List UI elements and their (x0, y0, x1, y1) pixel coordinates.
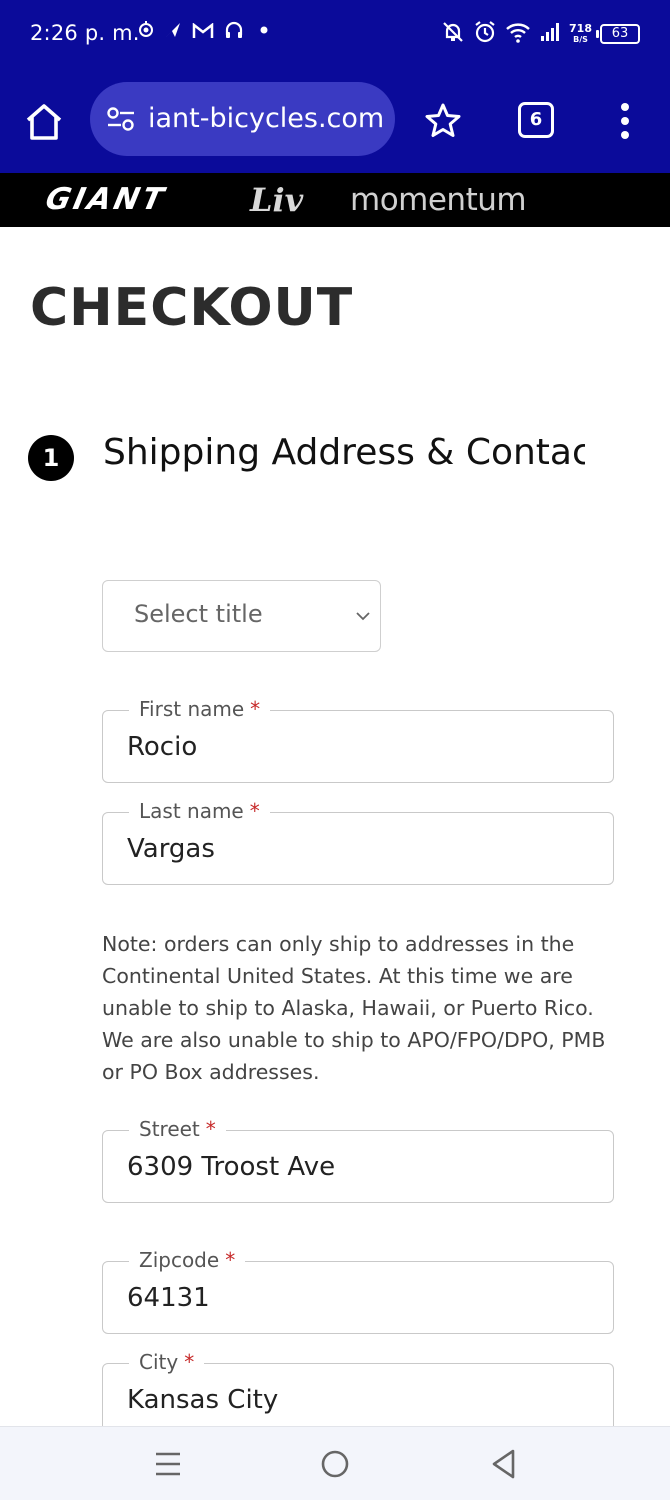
last-name-field[interactable]: Last name * Vargas (102, 797, 614, 885)
dot-icon (254, 20, 270, 48)
battery-icon: 63 (596, 24, 640, 44)
headset-icon (224, 20, 244, 48)
last-name-label: Last name * (129, 797, 270, 825)
title-select[interactable]: Select title (102, 580, 381, 652)
momentum-logo[interactable]: momentum (350, 179, 527, 221)
page-title: CHECKOUT (30, 278, 354, 338)
more-vert-icon[interactable] (615, 100, 635, 142)
send-icon (164, 20, 182, 48)
wifi-icon (505, 20, 531, 48)
step-number-badge: 1 (28, 435, 74, 481)
required-marker: * (225, 1248, 236, 1272)
street-label: Street * (129, 1115, 226, 1143)
giant-logo[interactable]: GIANT (42, 179, 171, 221)
chevron-down-icon (356, 612, 370, 621)
home-button[interactable] (22, 100, 66, 144)
tab-count: 6 (529, 109, 543, 130)
tabs-icon[interactable]: 6 (518, 102, 554, 138)
gmail-icon (192, 20, 214, 48)
zipcode-input[interactable]: 64131 (127, 1281, 210, 1315)
bookmark-button[interactable] (422, 100, 464, 142)
last-name-input[interactable]: Vargas (127, 832, 215, 866)
recents-icon[interactable] (148, 1447, 188, 1481)
title-select-placeholder: Select title (134, 600, 263, 628)
alarm-icon (473, 20, 497, 48)
mute-icon (441, 20, 465, 48)
required-marker: * (249, 799, 260, 823)
city-input[interactable]: Kansas City (127, 1383, 278, 1417)
bookmark-star-icon (425, 103, 461, 137)
status-left-icons (138, 20, 270, 48)
required-marker: * (250, 697, 261, 721)
data-rate: 718 B/S (569, 23, 592, 45)
status-time: 2:26 p. m. (30, 21, 140, 45)
status-right-icons: 718 B/S 63 (441, 18, 640, 50)
url-text[interactable]: iant-bicycles.com (148, 102, 384, 136)
back-icon[interactable] (484, 1447, 524, 1481)
required-marker: * (205, 1117, 216, 1141)
step-title-container: Shipping Address & Contact (103, 428, 585, 480)
last-name-label-text: Last name (139, 799, 244, 823)
browser-toolbar: iant-bicycles.com 6 (0, 68, 670, 173)
address-bar[interactable]: iant-bicycles.com (90, 82, 395, 156)
liv-logo[interactable]: Liv (250, 179, 303, 221)
data-rate-unit: B/S (573, 35, 588, 44)
signal-icon (539, 21, 561, 47)
street-input[interactable]: 6309 Troost Ave (127, 1150, 335, 1184)
status-bar: 2:26 p. m. 718 B/S 63 (0, 0, 670, 68)
zipcode-field[interactable]: Zipcode * 64131 (102, 1246, 614, 1334)
required-marker: * (184, 1350, 195, 1374)
street-field[interactable]: Street * 6309 Troost Ave (102, 1115, 614, 1203)
first-name-input[interactable]: Rocio (127, 730, 197, 764)
zipcode-label-text: Zipcode (139, 1248, 220, 1272)
brand-bar: GIANT Liv momentum (0, 173, 670, 227)
data-rate-value: 718 (569, 22, 592, 35)
street-label-text: Street (139, 1117, 200, 1141)
city-label-text: City (139, 1350, 179, 1374)
battery-level: 63 (611, 26, 629, 41)
city-label: City * (129, 1348, 205, 1376)
zipcode-label: Zipcode * (129, 1246, 246, 1274)
first-name-field[interactable]: First name * Rocio (102, 695, 614, 783)
home-circle-icon[interactable] (315, 1447, 355, 1481)
system-nav-bar (0, 1426, 670, 1500)
notification-icon (138, 20, 154, 49)
home-icon (26, 104, 62, 140)
first-name-label: First name * (129, 695, 271, 723)
site-settings-icon[interactable] (106, 106, 136, 132)
first-name-label-text: First name (139, 697, 245, 721)
shipping-note: Note: orders can only ship to addresses … (102, 932, 606, 1084)
step-title: Shipping Address & Contact (103, 432, 585, 473)
